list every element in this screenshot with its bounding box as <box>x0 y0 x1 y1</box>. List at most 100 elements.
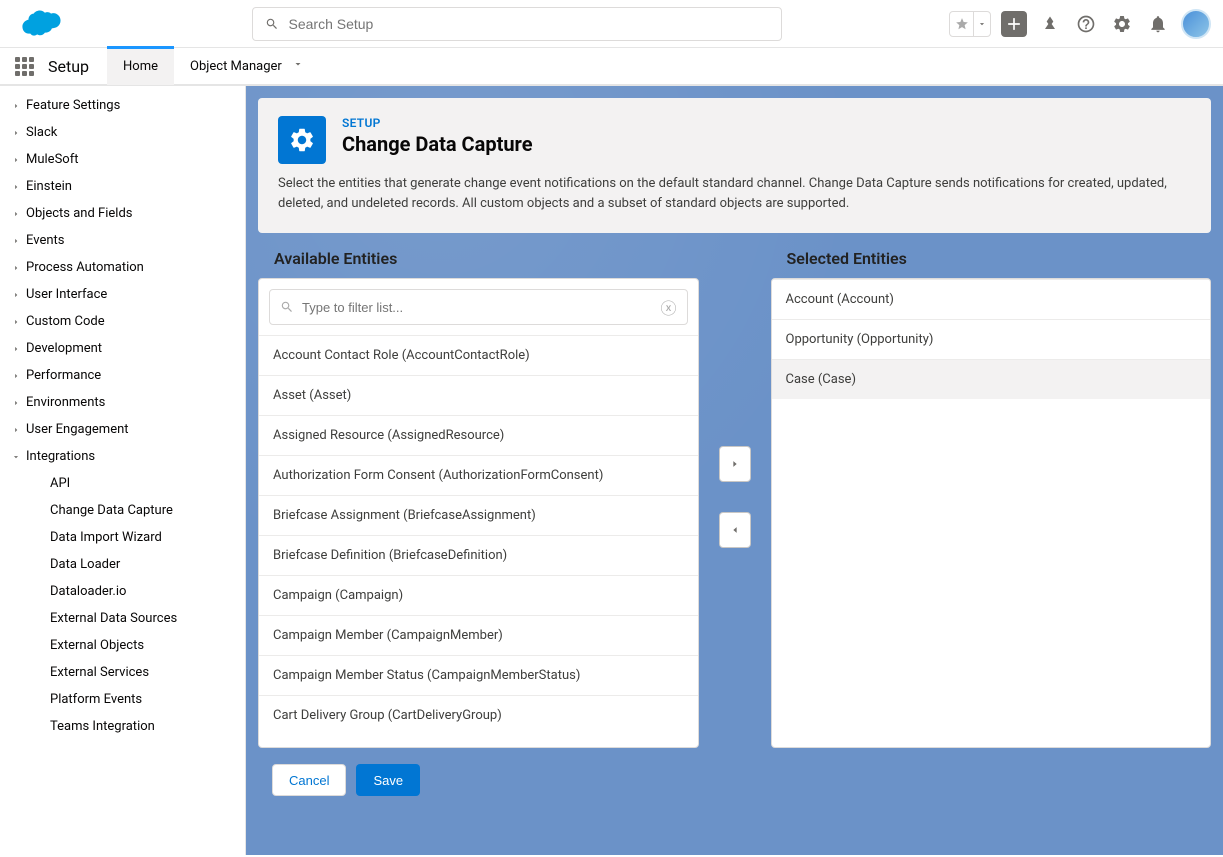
selected-entity-row[interactable]: Case (Case) <box>772 359 1211 399</box>
waffle-icon <box>15 57 34 76</box>
chevron-left-icon <box>730 525 740 535</box>
tree-item-slack[interactable]: Slack <box>0 119 245 146</box>
tree-item-integrations[interactable]: Integrations <box>0 443 245 470</box>
chevron-right-icon <box>10 398 22 408</box>
tree-sub-teams-integration[interactable]: Teams Integration <box>0 713 245 740</box>
clear-filter-icon[interactable]: ⓧ <box>660 295 676 319</box>
move-left-button[interactable] <box>719 512 751 548</box>
tree-item-process-automation[interactable]: Process Automation <box>0 254 245 281</box>
tree-sub-platform-events[interactable]: Platform Events <box>0 686 245 713</box>
trailhead-button[interactable] <box>1037 11 1063 37</box>
tree-sub-external-data-sources[interactable]: External Data Sources <box>0 605 245 632</box>
selected-entities-listbox: Account (Account)Opportunity (Opportunit… <box>771 278 1212 748</box>
notifications-button[interactable] <box>1145 11 1171 37</box>
global-add-button[interactable] <box>1001 11 1027 37</box>
tree-sub-data-loader[interactable]: Data Loader <box>0 551 245 578</box>
tree-item-label: Objects and Fields <box>26 206 133 221</box>
selected-entity-row[interactable]: Opportunity (Opportunity) <box>772 319 1211 359</box>
tree-item-mulesoft[interactable]: MuleSoft <box>0 146 245 173</box>
global-search-input[interactable] <box>289 16 769 32</box>
available-entity-row[interactable]: Campaign Member (CampaignMember) <box>259 615 698 655</box>
tab-object-manager[interactable]: Object Manager <box>174 47 320 85</box>
trailhead-icon <box>1040 14 1060 34</box>
page-title: Change Data Capture <box>342 132 533 156</box>
main-content: SETUP Change Data Capture Select the ent… <box>246 86 1223 855</box>
page-description: Select the entities that generate change… <box>278 174 1191 213</box>
available-entity-row[interactable]: Campaign (Campaign) <box>259 575 698 615</box>
available-entity-row[interactable]: Briefcase Definition (BriefcaseDefinitio… <box>259 535 698 575</box>
chevron-right-icon <box>10 128 22 138</box>
tree-sub-external-services[interactable]: External Services <box>0 659 245 686</box>
chevron-right-icon <box>10 155 22 165</box>
setup-tree: Feature Settings SlackMuleSoft Einstein Obj… <box>0 86 246 855</box>
tree-sub-change-data-capture[interactable]: Change Data Capture <box>0 497 245 524</box>
search-icon <box>280 300 294 314</box>
tree-item-objects-and-fields[interactable]: Objects and Fields <box>0 200 245 227</box>
tree-item-label: Einstein <box>26 179 72 194</box>
global-search[interactable] <box>252 7 782 41</box>
available-entity-row[interactable]: Assigned Resource (AssignedResource) <box>259 415 698 455</box>
tree-item-einstein[interactable]: Einstein <box>0 173 245 200</box>
tree-sub-data-import-wizard[interactable]: Data Import Wizard <box>0 524 245 551</box>
selected-entity-row[interactable]: Account (Account) <box>772 279 1211 319</box>
gear-icon <box>288 126 316 154</box>
chevron-right-icon <box>10 263 22 273</box>
tree-item-user-interface[interactable]: User Interface <box>0 281 245 308</box>
tree-sub-api[interactable]: API <box>0 470 245 497</box>
tree-item-feature-settings[interactable]: Feature Settings <box>0 92 245 119</box>
chevron-right-icon <box>10 371 22 381</box>
tree-item-user-engagement[interactable]: User Engagement <box>0 416 245 443</box>
bell-icon <box>1148 14 1168 34</box>
page-eyebrow: SETUP <box>342 116 533 130</box>
tree-item-custom-code[interactable]: Custom Code <box>0 308 245 335</box>
chevron-right-icon <box>10 101 22 111</box>
tree-item-label: Integrations <box>26 449 95 464</box>
tree-item-label: Environments <box>26 395 105 410</box>
tree-item-environments[interactable]: Environments <box>0 389 245 416</box>
tree-sub-dataloader.io[interactable]: Dataloader.io <box>0 578 245 605</box>
cancel-button[interactable]: Cancel <box>272 764 346 796</box>
available-entity-row[interactable]: Asset (Asset) <box>259 375 698 415</box>
context-bar: Setup HomeObject Manager <box>0 48 1223 86</box>
filter-input[interactable] <box>302 300 660 315</box>
tree-item-label: Performance <box>26 368 101 383</box>
gear-icon <box>1112 14 1132 34</box>
filter-box[interactable]: ⓧ <box>269 289 688 325</box>
tree-item-label: Process Automation <box>26 260 144 275</box>
salesforce-logo <box>12 6 64 42</box>
app-name: Setup <box>48 57 89 76</box>
chevron-right-icon <box>730 459 740 469</box>
available-entity-row[interactable]: Authorization Form Consent (Authorizatio… <box>259 455 698 495</box>
tree-item-label: Events <box>26 233 64 248</box>
chevron-down-icon <box>10 452 22 462</box>
help-button[interactable] <box>1073 11 1099 37</box>
tree-item-development[interactable]: Development <box>0 335 245 362</box>
tree-sub-external-objects[interactable]: External Objects <box>0 632 245 659</box>
tree-item-events[interactable]: Events <box>0 227 245 254</box>
chevron-right-icon <box>10 290 22 300</box>
setup-gear-button[interactable] <box>1109 11 1135 37</box>
star-icon <box>955 17 969 31</box>
save-button[interactable]: Save <box>356 764 420 796</box>
move-right-button[interactable] <box>719 446 751 482</box>
tree-item-label: Feature Settings <box>26 98 120 113</box>
available-entity-row[interactable]: Briefcase Assignment (BriefcaseAssignmen… <box>259 495 698 535</box>
available-entity-row[interactable]: Campaign Member Status (CampaignMemberSt… <box>259 655 698 695</box>
search-icon <box>265 17 279 31</box>
available-entity-row[interactable]: Account Contact Role (AccountContactRole… <box>259 335 698 375</box>
tree-item-label: User Engagement <box>26 422 129 437</box>
app-launcher-button[interactable] <box>8 50 40 82</box>
chevron-right-icon <box>10 344 22 354</box>
tree-item-label: User Interface <box>26 287 107 302</box>
available-entity-row[interactable]: Cart Delivery Group (CartDeliveryGroup) <box>259 695 698 735</box>
available-entities-listbox: ⓧ Account Contact Role (AccountContactRo… <box>258 278 699 748</box>
user-avatar[interactable] <box>1181 9 1211 39</box>
chevron-right-icon <box>10 182 22 192</box>
selected-entities-label: Selected Entities <box>787 249 1212 268</box>
tree-item-performance[interactable]: Performance <box>0 362 245 389</box>
chevron-right-icon <box>10 317 22 327</box>
favorites-button[interactable] <box>949 11 991 37</box>
chevron-right-icon <box>10 209 22 219</box>
tab-home[interactable]: Home <box>107 47 174 85</box>
help-icon <box>1076 14 1096 34</box>
